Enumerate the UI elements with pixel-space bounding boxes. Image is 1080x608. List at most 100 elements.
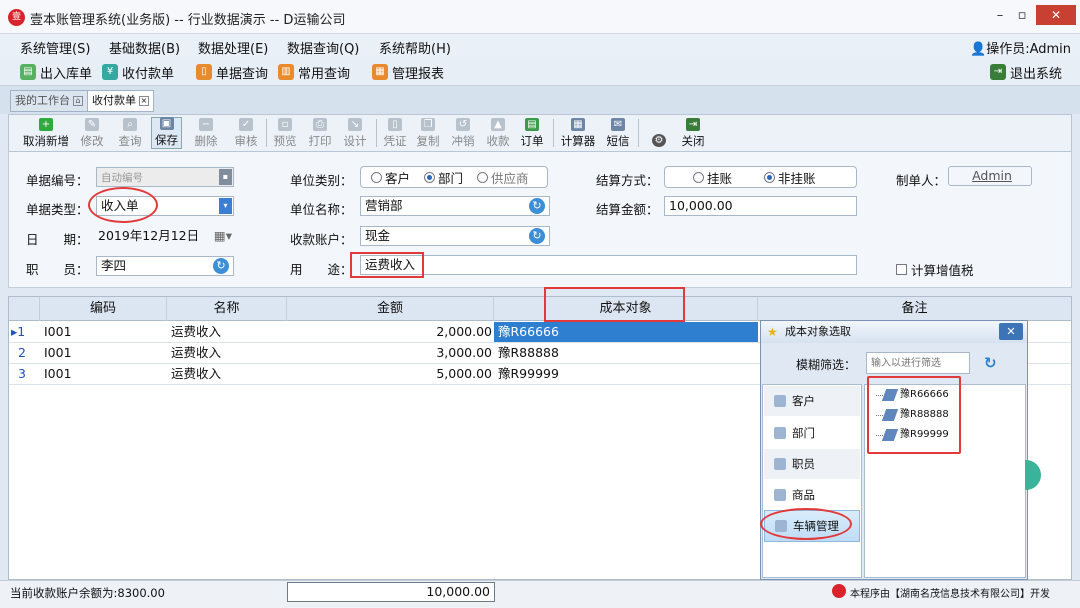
close-tab-icon[interactable]: × (139, 96, 149, 106)
radio-supplier[interactable]: 供应商 (477, 168, 529, 187)
doc-no-label: 单据编号： (26, 173, 89, 188)
category-icon (774, 427, 786, 439)
toolbar-separator (376, 119, 377, 147)
quick-stock-doc[interactable]: ▤ 出入库单 (20, 61, 92, 83)
collect-icon: ▲ (491, 118, 505, 131)
menu-data-process[interactable]: 数据处理(E) (198, 38, 268, 57)
cell-amount[interactable]: 5,000.00 (287, 364, 492, 385)
filter-input[interactable] (866, 352, 970, 374)
cell-name[interactable]: 运费收入 (171, 364, 222, 385)
save-button[interactable]: ▣ 保存 (151, 117, 182, 149)
dropdown-arrow-icon[interactable]: ▪ (219, 169, 232, 185)
radio-non-credit[interactable]: 非挂账 (764, 168, 816, 187)
sms-button[interactable]: ✉ 短信 (604, 117, 632, 149)
category-icon (774, 458, 786, 470)
window-title: 壹本账管理系统(业务版) -- 行业数据演示 -- D运输公司 (30, 13, 346, 28)
purpose-field[interactable]: 运费收入 (360, 255, 857, 275)
col-amount[interactable]: 金额 (287, 297, 494, 321)
doc-no-field[interactable]: 自动编号 ▪ (96, 167, 234, 187)
popup-close-button[interactable]: ✕ (999, 323, 1023, 340)
collect-button[interactable]: ▲ 收款 (484, 117, 512, 149)
unit-name-label: 单位名称： (290, 202, 353, 217)
cell-cost-object[interactable]: 豫R88888 (498, 343, 559, 364)
settle-group: 挂账 非挂账 (664, 166, 857, 188)
calculator-button[interactable]: ▦ 计算器 (558, 117, 598, 149)
calendar-icon[interactable]: ▦▾ (214, 226, 232, 246)
print-button[interactable]: ⎙ 打印 (306, 117, 334, 149)
radio-department[interactable]: 部门 (424, 168, 463, 187)
stock-icon: ▤ (20, 64, 36, 80)
row-number: 2 (18, 343, 26, 364)
minimize-button[interactable]: – (992, 6, 1008, 26)
cell-amount[interactable]: 2,000.00 (287, 322, 492, 343)
delete-button[interactable]: − 删除 (192, 117, 220, 149)
filter-label: 模糊筛选： (796, 358, 857, 372)
account-label: 收款账户： (290, 232, 353, 247)
highlight-vehicle-nodes (867, 376, 961, 454)
cell-code[interactable]: I001 (44, 322, 72, 343)
cell-amount[interactable]: 3,000.00 (287, 343, 492, 364)
quick-payment-doc[interactable]: ¥ 收付款单 (102, 61, 174, 83)
radio-customer[interactable]: 客户 (371, 168, 410, 187)
order-button[interactable]: ▤ 订单 (518, 117, 546, 149)
settle-label: 结算方式： (596, 173, 659, 188)
audit-button[interactable]: ✓ 审核 (232, 117, 260, 149)
category-department[interactable]: 部门 (764, 418, 860, 448)
check-icon: ✓ (239, 118, 253, 131)
search-icon: ⌕ (123, 118, 137, 131)
close-window-button[interactable]: ✕ (1036, 5, 1076, 25)
col-remark[interactable]: 备注 (758, 297, 1071, 321)
design-button[interactable]: ↘ 设计 (341, 117, 369, 149)
radio-selected-icon (764, 171, 776, 183)
edit-button[interactable]: ✎ 修改 (78, 117, 106, 149)
cell-cost-object-selected[interactable]: 豫R66666 (494, 322, 758, 343)
purpose-label: 用 途： (290, 262, 353, 277)
reverse-button[interactable]: ↺ 冲销 (449, 117, 477, 149)
query-button[interactable]: ⌕ 查询 (116, 117, 144, 149)
unit-category-group: 客户 部门 供应商 (360, 166, 548, 188)
refresh-icon[interactable]: ↻ (529, 228, 545, 244)
col-name[interactable]: 名称 (167, 297, 287, 321)
menu-system[interactable]: 系统管理(S) (20, 38, 90, 57)
unit-category-label: 单位类别： (290, 173, 353, 188)
cell-cost-object[interactable]: 豫R99999 (498, 364, 559, 385)
date-picker[interactable]: 2019年12月12日 ▦▾ (96, 226, 234, 246)
menu-basic-data[interactable]: 基础数据(B) (109, 38, 180, 57)
cell-code[interactable]: I001 (44, 364, 72, 385)
quick-report[interactable]: ▦ 管理报表 (372, 61, 444, 83)
menu-data-query[interactable]: 数据查询(Q) (287, 38, 359, 57)
quick-doc-query[interactable]: ▯ 单据查询 (196, 61, 268, 83)
cell-name[interactable]: 运费收入 (171, 343, 222, 364)
tab-payment-doc[interactable]: 收付款单 × (87, 90, 154, 112)
maximize-button[interactable]: ▫ (1014, 6, 1030, 26)
close-doc-button[interactable]: ⇥ 关闭 (679, 117, 707, 149)
refresh-icon[interactable]: ↻ (213, 258, 229, 274)
vat-checkbox[interactable]: 计算增值税 (896, 260, 974, 279)
highlight-vehicle (760, 508, 852, 540)
exit-button[interactable]: ⇥ 退出系统 (990, 61, 1062, 83)
row-indicator-header (9, 297, 40, 321)
refresh-icon[interactable]: ↻ (529, 198, 545, 214)
radio-credit[interactable]: 挂账 (693, 168, 732, 187)
menu-help[interactable]: 系统帮助(H) (379, 38, 451, 57)
copy-button[interactable]: ❐ 复制 (414, 117, 442, 149)
unit-name-field[interactable]: 营销部 ↻ (360, 196, 550, 216)
cell-name[interactable]: 运费收入 (171, 322, 222, 343)
category-goods[interactable]: 商品 (764, 480, 860, 510)
category-customer[interactable]: 客户 (764, 386, 860, 416)
printer-icon: ⎙ (313, 118, 327, 131)
quick-common-query[interactable]: ▥ 常用查询 (278, 61, 350, 83)
voucher-button[interactable]: ▯ 凭证 (381, 117, 409, 149)
account-field[interactable]: 现金 ↻ (360, 226, 550, 246)
category-staff[interactable]: 职员 (764, 449, 860, 479)
staff-field[interactable]: 李四 ↻ (96, 256, 234, 276)
col-code[interactable]: 编码 (40, 297, 167, 321)
settings-dropdown[interactable]: ⚙ (645, 117, 673, 149)
cell-code[interactable]: I001 (44, 343, 72, 364)
refresh-icon[interactable]: ↻ (984, 354, 997, 372)
chevron-down-icon[interactable]: ▾ (219, 198, 232, 214)
tab-workbench[interactable]: 我的工作台 ⌂ (10, 90, 88, 112)
preview-button[interactable]: ▫ 预览 (271, 117, 299, 149)
cancel-new-button[interactable]: + 取消新增 (20, 117, 72, 149)
amount-field[interactable]: 10,000.00 (664, 196, 857, 216)
